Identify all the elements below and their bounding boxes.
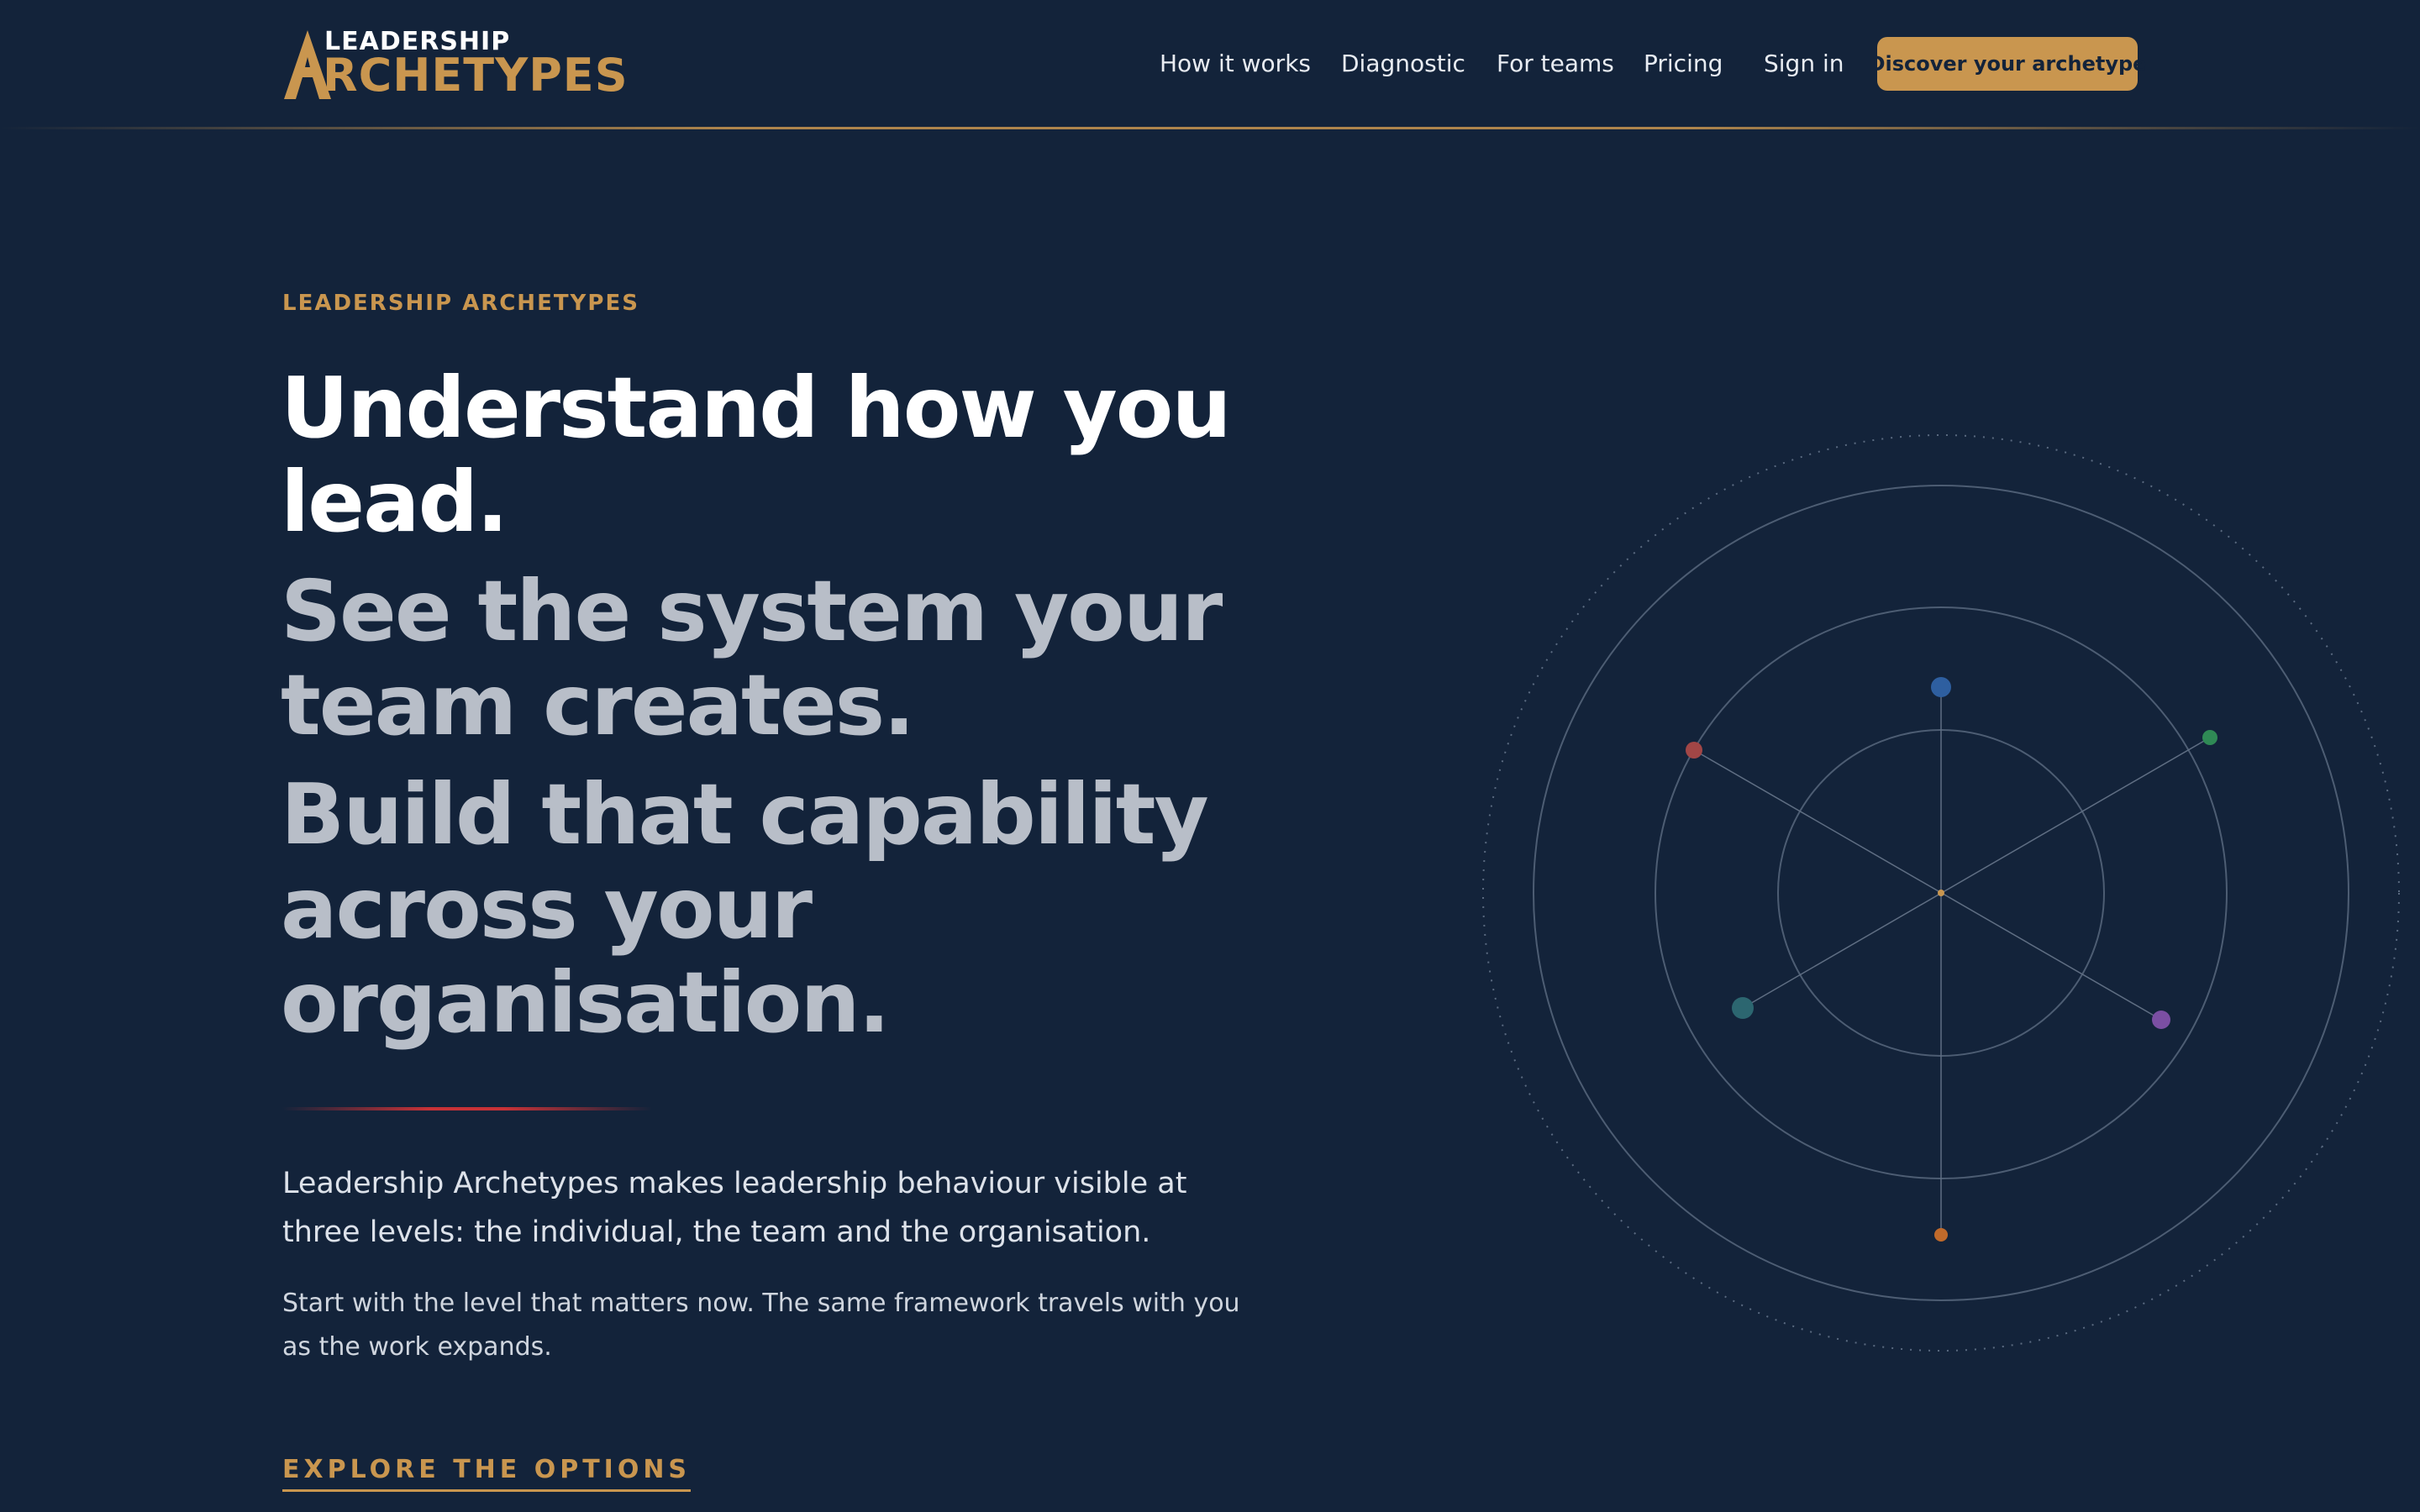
node-blue xyxy=(1931,677,1951,697)
nav-sign-in[interactable]: Sign in xyxy=(1764,49,1844,79)
hero-eyebrow: LEADERSHIP ARCHETYPES xyxy=(282,291,639,316)
hero-subtext: Start with the level that matters now. T… xyxy=(282,1289,1240,1362)
site-header: LEADERSHIP RCHETYPES How it works Diagno… xyxy=(0,0,2420,129)
center-node xyxy=(1938,890,1944,896)
discover-archetype-button[interactable]: Discover your archetype xyxy=(1869,37,2146,91)
node-orange xyxy=(1934,1228,1948,1242)
node-teal xyxy=(1732,997,1754,1019)
hero-lede: Leadership Archetypes makes leadership b… xyxy=(282,1167,1187,1249)
logo-text-bottom-rest: RCHETYPES xyxy=(323,49,629,102)
hero-headline-organisation: Build that capability across your organi… xyxy=(281,765,1209,1052)
nav-how-it-works[interactable]: How it works xyxy=(1160,49,1311,79)
hero-headline-individual: Understand how you lead. xyxy=(281,359,1232,551)
hero-headline-team: See the system your team creates. xyxy=(281,562,1223,754)
logo-text-bottom: RCHETYPES xyxy=(323,50,629,101)
explore-options-link[interactable]: EXPLORE THE OPTIONS xyxy=(282,1455,692,1492)
nav-diagnostic[interactable]: Diagnostic xyxy=(1341,49,1465,79)
node-purple xyxy=(2152,1011,2170,1029)
nav-pricing[interactable]: Pricing xyxy=(1644,49,1723,79)
spoke-upper-left-lower-right xyxy=(1693,749,2162,1021)
spoke-upper-right-lower-left xyxy=(1742,737,2211,1009)
node-red xyxy=(1686,742,1702,759)
node-green xyxy=(2202,730,2217,745)
brand-logo[interactable]: LEADERSHIP RCHETYPES xyxy=(282,25,628,101)
nav-for-teams[interactable]: For teams xyxy=(1497,49,1614,79)
header-divider xyxy=(0,127,2420,129)
archetype-network-diagram xyxy=(1482,434,2400,1352)
hero-accent-divider xyxy=(282,1107,652,1110)
